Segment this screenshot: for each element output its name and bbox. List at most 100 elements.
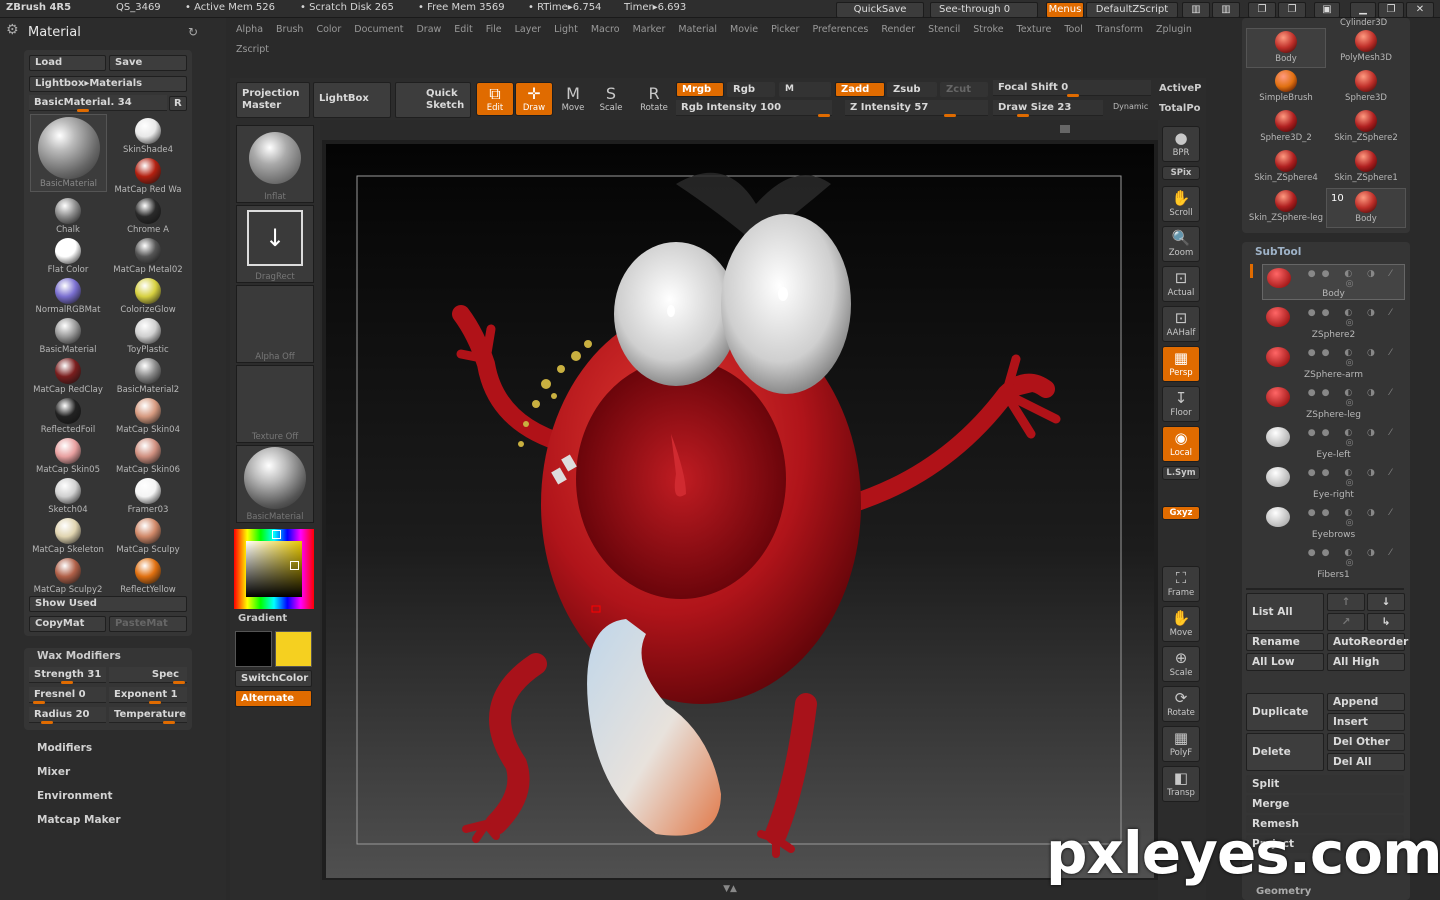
zcut-button[interactable]: Zcut	[940, 82, 988, 97]
subtool-visibility-icons[interactable]: ●● ◐ ◑ ⁄ ◎	[1300, 508, 1405, 528]
texture-thumb[interactable]: Texture Off	[236, 365, 314, 443]
shelf-spix-button[interactable]: SPix	[1162, 166, 1200, 180]
color-picker[interactable]	[234, 529, 314, 609]
subtool-item[interactable]: ●● ◐ ◑ ⁄ ◎ Fibers1	[1262, 544, 1405, 580]
subtool-item[interactable]: ●● ◐ ◑ ⁄ ◎ ZSphere2	[1262, 304, 1405, 340]
delete-button[interactable]: Delete	[1246, 733, 1324, 771]
r-button[interactable]: R	[169, 96, 187, 111]
menu-color[interactable]: Color	[316, 24, 341, 35]
projection-master-button[interactable]: Projection Master	[236, 82, 310, 118]
exponent-slider[interactable]: Exponent 1	[109, 687, 187, 704]
material-item[interactable]: Sketch04	[28, 476, 108, 516]
rgb-intensity-slider[interactable]: Rgb Intensity 100	[676, 100, 832, 117]
zadd-button[interactable]: Zadd	[835, 82, 885, 97]
material-item[interactable]: SkinShade4	[108, 116, 188, 156]
material-item[interactable]: ReflectedFoil	[28, 396, 108, 436]
lightbox-materials-button[interactable]: Lightbox▸Materials	[29, 76, 187, 92]
menu-picker[interactable]: Picker	[771, 24, 799, 35]
del-other-button[interactable]: Del Other	[1327, 733, 1405, 751]
menu-zplugin[interactable]: Zplugin	[1156, 24, 1192, 35]
subtool-visibility-icons[interactable]: ●● ◐ ◑ ⁄ ◎	[1300, 388, 1405, 408]
menu-file[interactable]: File	[486, 24, 502, 35]
tool-item[interactable]: SimpleBrush	[1246, 68, 1326, 108]
zsub-button[interactable]: Zsub	[887, 82, 937, 97]
tool-item[interactable]: PolyMesh3D	[1326, 28, 1406, 68]
subtool-item[interactable]: ●● ◐ ◑ ⁄ ◎ Eye-right	[1262, 464, 1405, 500]
subtool-visibility-icons[interactable]: ●● ◐ ◑ ⁄ ◎	[1300, 308, 1405, 328]
material-item[interactable]: MatCap Skin04	[108, 396, 188, 436]
copymat-button[interactable]: CopyMat	[29, 616, 106, 632]
shelf-persp-button[interactable]: ▦ Persp	[1162, 346, 1200, 382]
menu-edit[interactable]: Edit	[454, 24, 472, 35]
merge-menu[interactable]: Merge	[1246, 795, 1404, 813]
all-low-button[interactable]: All Low	[1246, 653, 1324, 671]
subtool-item[interactable]: ●● ◐ ◑ ⁄ ◎ ZSphere-arm	[1262, 344, 1405, 380]
layout-icon[interactable]: ▥	[1182, 2, 1210, 18]
see-through-slider[interactable]: See-through 0	[930, 2, 1038, 18]
material-item[interactable]: NormalRGBMat	[28, 276, 108, 316]
tool-item[interactable]: Skin_ZSphere2	[1326, 108, 1406, 148]
restore-icon[interactable]: ❐	[1378, 2, 1404, 18]
secondary-color-swatch[interactable]	[275, 631, 312, 667]
minimize-icon[interactable]: ▁	[1350, 2, 1376, 18]
material-item[interactable]: BasicMaterial	[28, 316, 108, 356]
tool-item[interactable]: Skin_ZSphere1	[1326, 148, 1406, 188]
menu-stencil[interactable]: Stencil	[928, 24, 960, 35]
shelf-aahalf-button[interactable]: ⊡ AAHalf	[1162, 306, 1200, 342]
shelf-scroll-button[interactable]: ✋ Scroll	[1162, 186, 1200, 222]
tool-item-top[interactable]: Cylinder3D	[1340, 18, 1387, 28]
subtool-visibility-icons[interactable]: ●● ◐ ◑ ⁄ ◎	[1300, 468, 1405, 488]
subtool-scroll-indicator[interactable]	[1250, 264, 1253, 278]
shelf-move-button[interactable]: ✋ Move	[1162, 606, 1200, 642]
alternate-button[interactable]: Alternate	[235, 690, 312, 707]
tool-item[interactable]: Skin_ZSphere4	[1246, 148, 1326, 188]
subtool-item[interactable]: ●● ◐ ◑ ⁄ ◎ Body	[1262, 264, 1405, 300]
show-used-button[interactable]: Show Used	[29, 596, 187, 612]
menu-transform[interactable]: Transform	[1096, 24, 1143, 35]
edit-button[interactable]: ⧉ Edit	[476, 82, 514, 116]
stroke-thumb[interactable]: ↓ DragRect	[236, 205, 314, 283]
modifiers-menu[interactable]: Modifiers	[37, 742, 92, 754]
material-index-slider[interactable]: BasicMaterial. 34	[29, 95, 167, 112]
insert-button[interactable]: Insert	[1327, 713, 1405, 731]
gradient-label[interactable]: Gradient	[238, 613, 287, 624]
scale-mode-button[interactable]: S Scale	[592, 82, 630, 116]
canvas-scroll-arrows[interactable]: ▼▲	[680, 884, 780, 894]
move-up-icon[interactable]: ↑	[1327, 593, 1365, 611]
pastemat-button[interactable]: PasteMat	[109, 616, 187, 632]
load-button[interactable]: Load	[29, 55, 106, 71]
material-item[interactable]: Chalk	[28, 196, 108, 236]
layout2-icon[interactable]: ▥	[1212, 2, 1240, 18]
menu-macro[interactable]: Macro	[591, 24, 620, 35]
subtool-item[interactable]: ●● ◐ ◑ ⁄ ◎ ZSphere-leg	[1262, 384, 1405, 420]
subtool-visibility-icons[interactable]: ●● ◐ ◑ ⁄ ◎	[1300, 348, 1405, 368]
menu-light[interactable]: Light	[554, 24, 578, 35]
material-thumb[interactable]: BasicMaterial	[236, 445, 314, 523]
wax-modifiers-title[interactable]: Wax Modifiers	[37, 650, 121, 662]
focal-shift-slider[interactable]: Focal Shift 0	[993, 80, 1151, 97]
shelf-gxyz-button[interactable]: Gxyz	[1162, 506, 1200, 520]
material-item[interactable]: MatCap Skeleton	[28, 516, 108, 556]
menu-draw[interactable]: Draw	[416, 24, 441, 35]
subtool-item[interactable]: ●● ◐ ◑ ⁄ ◎ Eyebrows	[1262, 504, 1405, 540]
material-item[interactable]: MatCap Red Wa	[108, 156, 188, 196]
alpha-thumb[interactable]: Alpha Off	[236, 285, 314, 363]
material-item[interactable]: MatCap Skin06	[108, 436, 188, 476]
subtool-item[interactable]: ●● ◐ ◑ ⁄ ◎ Eye-left	[1262, 424, 1405, 460]
dynamic-button[interactable]: Dynamic	[1113, 102, 1148, 111]
shelf-frame-button[interactable]: ⛶ Frame	[1162, 566, 1200, 602]
move-down-icon[interactable]: ↓	[1367, 593, 1405, 611]
duplicate-button[interactable]: Duplicate	[1246, 693, 1324, 731]
list-all-button[interactable]: List All	[1246, 593, 1324, 631]
split-menu[interactable]: Split	[1246, 775, 1404, 793]
material-item[interactable]: Framer03	[108, 476, 188, 516]
subtool-visibility-icons[interactable]: ●● ◐ ◑ ⁄ ◎	[1300, 428, 1405, 448]
subtool-visibility-icons[interactable]: ●● ◐ ◑ ⁄ ◎	[1300, 548, 1405, 568]
tool-item[interactable]: Sphere3D_2	[1246, 108, 1326, 148]
refresh-icon[interactable]: ↻	[188, 25, 198, 39]
material-item[interactable]: MatCap Sculpy	[108, 516, 188, 556]
menu-texture[interactable]: Texture	[1017, 24, 1052, 35]
lock-icon[interactable]: ▣	[1314, 2, 1340, 18]
window2-icon[interactable]: ❐	[1278, 2, 1306, 18]
tool-item[interactable]: Body	[1246, 28, 1326, 68]
